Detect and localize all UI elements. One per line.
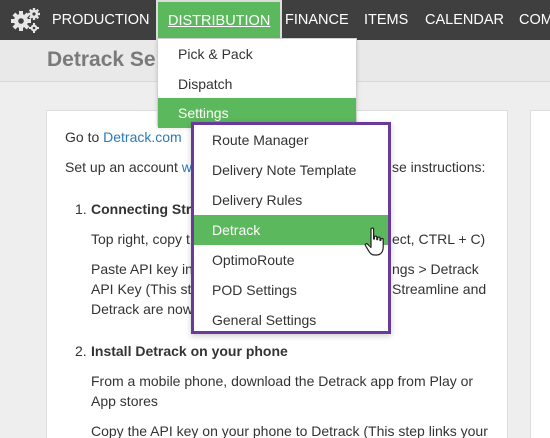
step1-line3-end: Streamline and <box>392 281 487 297</box>
step1-line2: Paste API key in <box>91 261 193 277</box>
distribution-dropdown: Pick & Pack Dispatch Settings <box>157 38 357 128</box>
side-panel <box>530 110 550 438</box>
setup-line: Set up an account w <box>65 157 192 177</box>
menu-item-pick-pack[interactable]: Pick & Pack <box>158 39 356 69</box>
nav-calendar[interactable]: CALENDAR <box>425 0 504 40</box>
nav-distribution[interactable]: DISTRIBUTION <box>156 0 283 40</box>
nav-items[interactable]: ITEMS <box>364 0 408 40</box>
step1-line1-end: ect, CTRL + C) <box>392 231 486 247</box>
goto-line: Go to Detrack.com <box>65 127 182 147</box>
step1-line1: Top right, copy t <box>91 231 190 247</box>
nav-finance[interactable]: FINANCE <box>285 0 349 40</box>
step1-line4: Detrack are now <box>91 301 193 317</box>
submenu-item-delivery-note-template[interactable]: Delivery Note Template <box>194 155 388 185</box>
step1-number: 1. <box>75 201 87 217</box>
menu-item-dispatch[interactable]: Dispatch <box>158 69 356 99</box>
submenu-item-optimoroute[interactable]: OptimoRoute <box>194 245 388 275</box>
submenu-item-general-settings[interactable]: General Settings <box>194 305 388 335</box>
detrack-link[interactable]: Detrack.com <box>103 129 182 145</box>
step1-line3: API Key (This st <box>91 281 192 297</box>
gears-icon[interactable] <box>10 6 42 34</box>
step2-line3: Copy the API key on your phone to Detrac… <box>91 423 488 438</box>
step2-title: Install Detrack on your phone <box>91 343 288 359</box>
top-nav: PRODUCTION DISTRIBUTION FINANCE ITEMS CA… <box>0 0 550 40</box>
page-title: Detrack Se <box>47 48 156 71</box>
step1-line2-end: ngs > Detrack <box>392 261 479 277</box>
step2-line2: App stores <box>91 393 158 409</box>
setup-prefix: Set up an account <box>65 159 182 175</box>
setup-suffix: se instructions: <box>392 159 486 175</box>
submenu-item-route-manager[interactable]: Route Manager <box>194 125 388 155</box>
nav-com[interactable]: COM <box>519 0 550 40</box>
nav-production[interactable]: PRODUCTION <box>52 0 149 40</box>
step2-line1: From a mobile phone, download the Detrac… <box>91 373 474 389</box>
step2-number: 2. <box>75 343 87 359</box>
settings-submenu: Route Manager Delivery Note Template Del… <box>191 122 391 334</box>
step1-title: Connecting Str <box>91 201 192 217</box>
submenu-item-pod-settings[interactable]: POD Settings <box>194 275 388 305</box>
submenu-item-detrack[interactable]: Detrack <box>194 215 388 245</box>
hand-cursor-icon <box>364 227 384 256</box>
goto-prefix: Go to <box>65 129 104 145</box>
submenu-item-delivery-rules[interactable]: Delivery Rules <box>194 185 388 215</box>
